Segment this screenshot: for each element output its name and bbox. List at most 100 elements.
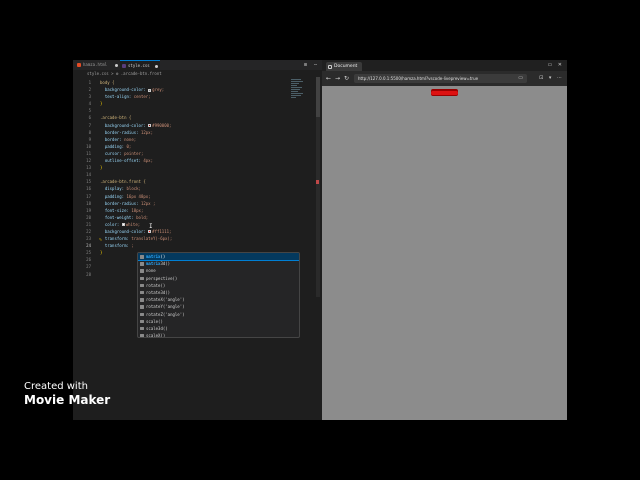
code-line[interactable]: font-weight: bold; [100,214,300,221]
css-selector: .arcade-btn.front { [100,179,146,185]
color-swatch-icon[interactable] [148,88,152,92]
suggestion-item[interactable]: rotateZ('angle') [138,311,299,318]
code-line[interactable]: border-radius: 12px; [100,129,300,136]
split-editor-icon[interactable]: ⊞ ⋯ [304,60,319,70]
arcade-button-front[interactable] [431,91,458,95]
color-swatch-icon[interactable] [121,223,125,227]
reload-icon[interactable]: ↻ [344,74,349,83]
code-line[interactable]: transform: ; [100,242,300,249]
code-line[interactable]: background-color: #ff1111; [100,228,300,235]
line-number: 15 [86,179,91,185]
css-property: outline-offset: [100,158,144,164]
watermark-line-2: Movie Maker [24,393,111,407]
code-line[interactable]: display: block; [100,185,300,192]
unsaved-dot-icon[interactable] [155,64,158,68]
breadcrumb[interactable]: style.css > ⚙ .arcade-btn.front [73,70,322,77]
code-line[interactable]: cursor: pointer; [100,150,300,157]
suggestion-item[interactable]: matrix3d() [138,260,299,267]
suggestion-item[interactable]: matrix() [138,253,299,262]
css-value: #ff1111; [152,228,172,234]
css-property: transform: [100,236,132,242]
vertical-scrollbar[interactable] [316,77,320,297]
css-value: block; [126,186,141,192]
line-number: 7 [88,122,91,128]
code-line[interactable]: color: white; [100,221,300,228]
css-value: 16px 48px; [126,193,151,199]
movie-maker-watermark: Created with Movie Maker [24,381,110,407]
address-bar[interactable]: http://127.0.0.1:5500/hamza.html?vscode-… [354,74,527,83]
suggestion-item[interactable]: scale() [138,318,299,325]
css-value: none; [124,136,137,142]
line-number: 22 [86,228,91,234]
window-controls[interactable]: ▭ ✕ [547,60,564,71]
css-selector: body { [100,80,115,85]
line-number: 21 [86,221,91,227]
code-line[interactable]: transform: translateY(-6px); [100,235,300,242]
code-line[interactable]: .arcade-btn { [100,114,300,121]
closing-brace: } [100,250,103,256]
browser-toolbar-actions[interactable]: ⊡ ▾ ⋯ [539,74,564,83]
code-line[interactable]: background-color: #990000; [100,122,300,129]
line-number: 19 [86,207,91,213]
pane-resize-handle[interactable] [316,180,319,184]
suggestion-item[interactable]: rotate() [138,282,299,289]
suggestion-label: none [146,268,156,274]
code-area[interactable]: body { background-color: grey; text-alig… [100,79,300,278]
code-line[interactable]: text-align: center; [100,93,300,100]
code-line[interactable]: border-radius: 12px ; [100,200,300,207]
tab-hamza-html[interactable]: hamza.html [75,60,119,70]
arcade-button[interactable] [431,89,458,96]
suggestion-label: () [160,254,166,259]
browser-tab-document[interactable]: Document [326,62,362,71]
browser-tab-title: Document [334,64,358,69]
line-number: 9 [88,136,91,142]
lightbulb-icon[interactable]: ✎ [99,237,102,243]
code-line[interactable]: background-color: grey; [100,86,300,93]
minimap[interactable] [291,79,305,99]
css-value: translateY(-6px); [131,236,173,242]
page-action-icon[interactable]: ▭ [518,74,523,83]
code-line[interactable]: font-size: 18px; [100,207,300,214]
line-number: 24 [86,243,91,249]
line-number-gutter: 1 2 3 4 5 6 7 8 9 10 11 12 13 14 15 16 17 18 19 20 21 22 23 24 2… [73,79,95,278]
css-value: 0; [126,143,132,149]
code-line[interactable]: } [100,164,300,171]
scrollbar-thumb[interactable] [316,77,320,117]
code-line[interactable]: padding: 16px 48px; [100,193,300,200]
code-line[interactable] [100,171,300,178]
line-number: 10 [86,143,91,149]
suggestion-item[interactable]: scale3d() [138,325,299,332]
suggestion-item[interactable]: rotateY('angle') [138,303,299,310]
line-number: 8 [88,129,91,135]
code-line[interactable]: padding: 0; [100,143,300,150]
browser-toolbar: ← → ↻ http://127.0.0.1:5500/hamza.html?v… [322,71,567,86]
code-line[interactable] [100,107,300,114]
css-property: font-size: [100,207,132,213]
code-line[interactable]: outline-offset: 4px; [100,157,300,164]
autocomplete-suggestion-widget[interactable]: matrix() matrix3d() none perspective() rotat… [137,252,300,338]
tab-style-css[interactable]: style.css [120,60,160,70]
suggestion-item[interactable]: perspective() [138,275,299,282]
back-arrow-icon[interactable]: ← [326,74,331,83]
css-file-icon [122,64,126,68]
css-selector: .arcade-btn { [100,115,132,121]
color-swatch-icon[interactable] [148,124,152,128]
unsaved-dot-icon[interactable] [115,63,118,67]
tab-label: style.css [128,63,150,68]
css-property: padding: [100,143,127,149]
css-value: #990000; [152,122,172,128]
css-property: color: [100,221,122,227]
code-line[interactable]: body { [100,79,300,86]
code-line[interactable]: .arcade-btn.front { [100,178,300,185]
line-number: 28 [86,271,91,277]
suggestion-item[interactable]: none [138,267,299,274]
forward-arrow-icon[interactable]: → [335,74,340,83]
suggestion-item[interactable]: scaleX() [138,332,299,337]
page-favicon-icon [328,64,332,69]
suggestion-item[interactable]: rotateX('angle') [138,296,299,303]
line-number: 3 [88,94,91,100]
code-line[interactable]: border: none; [100,136,300,143]
code-line[interactable]: } [100,100,300,107]
page-viewport [322,86,567,420]
suggestion-item[interactable]: rotate3d() [138,289,299,296]
